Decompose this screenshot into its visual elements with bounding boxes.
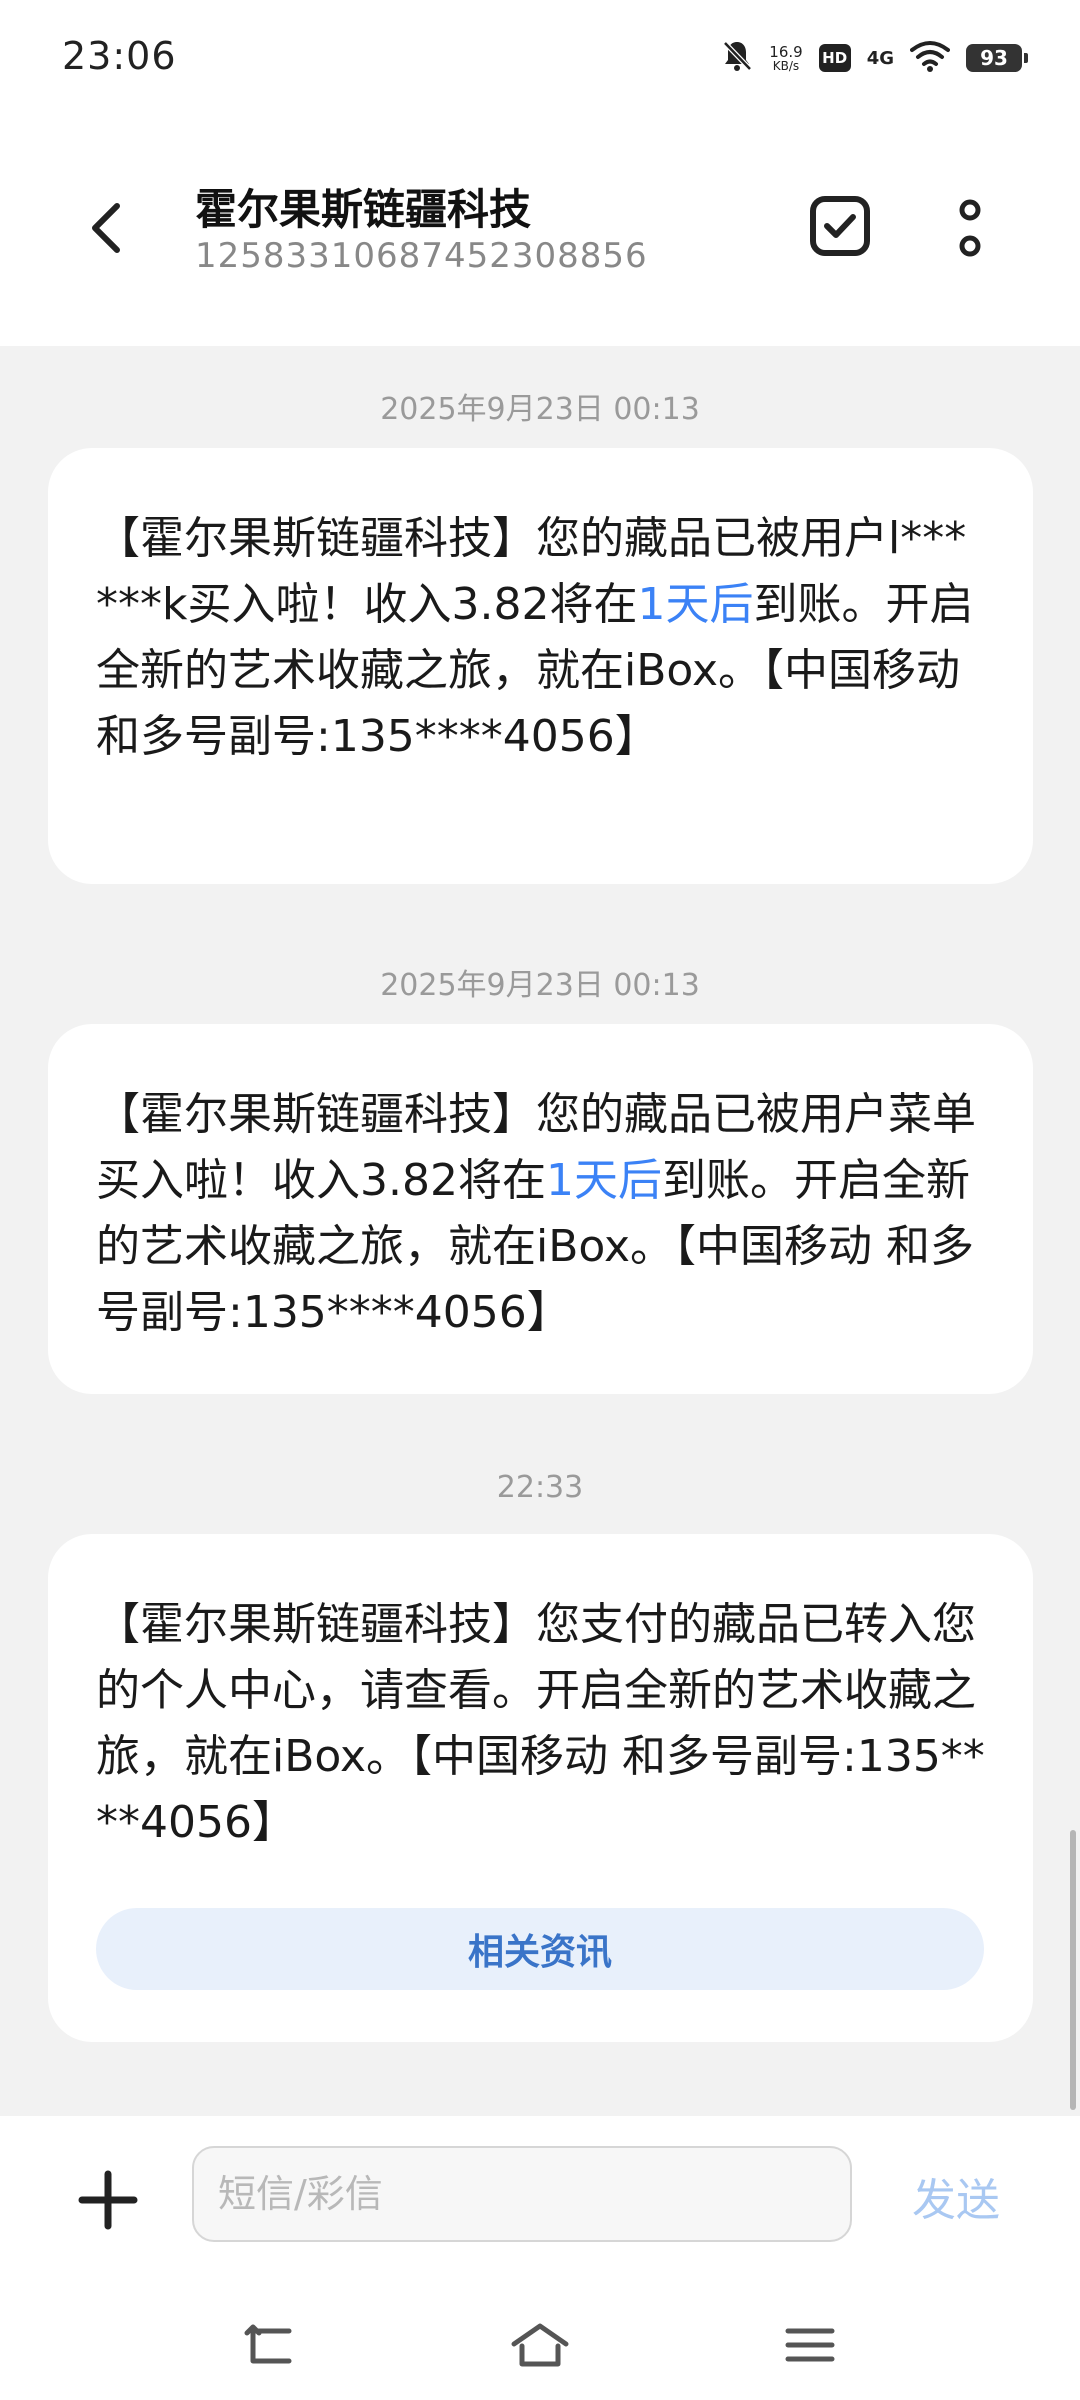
message-bubble[interactable]: 【霍尔果斯链疆科技】您的藏品已被用户l******k买入啦！收入3.82将在1天… <box>48 448 1033 884</box>
conversation-header: 霍尔果斯链疆科技 1258331068745230885​6 <box>0 120 1080 346</box>
contact-number: 1258331068745230885​6 <box>195 236 648 276</box>
network-speed: 16.9 KB/s <box>769 42 803 73</box>
system-nav-bar <box>0 2286 1080 2400</box>
message-timestamp: 2025年9月23日 00:13 <box>380 968 700 1003</box>
nav-menu-button[interactable] <box>770 2310 850 2380</box>
nav-back-icon <box>244 2324 292 2364</box>
status-bar: 23:06 16.9 KB/s HD 4G 93 <box>0 0 1080 120</box>
message-timestamp: 2025年9月23日 00:13 <box>380 392 700 427</box>
composer-bar: 发送 <box>0 2116 1080 2286</box>
message-link[interactable]: 1天后 <box>546 1155 662 1206</box>
nav-back-button[interactable] <box>230 2310 310 2380</box>
more-vertical-icon <box>959 199 981 257</box>
nav-home-icon <box>511 2323 569 2367</box>
message-timestamp: 22:33 <box>496 1470 584 1505</box>
send-button[interactable]: 发送 <box>912 2164 1000 2228</box>
checkbox-select-icon <box>810 196 870 256</box>
message-text: 【霍尔果斯链疆科技】您支付的藏品已转入您的个人中心，请查看。开启全新的艺术收藏之… <box>96 1599 985 1848</box>
mute-bell-icon <box>721 39 753 77</box>
message-bubble[interactable]: 【霍尔果斯链疆科技】您支付的藏品已转入您的个人中心，请查看。开启全新的艺术收藏之… <box>48 1534 1033 2042</box>
message-link[interactable]: 1天后 <box>637 579 753 630</box>
add-attachment-button[interactable] <box>70 2162 146 2238</box>
back-arrow-icon <box>92 203 120 253</box>
more-options-button[interactable] <box>940 190 1000 270</box>
back-button[interactable] <box>70 188 140 268</box>
wifi-icon <box>910 40 950 76</box>
status-icons: 16.9 KB/s HD 4G 93 <box>721 36 1028 80</box>
battery-icon: 93 <box>966 44 1028 72</box>
status-time: 23:06 <box>62 34 177 78</box>
message-text: 【霍尔果斯链疆科技】您的藏品已被用户l******k买入啦！收入3.82将在1天… <box>96 506 985 770</box>
related-info-button[interactable]: 相关资讯 <box>96 1908 984 1990</box>
nav-home-button[interactable] <box>500 2310 580 2380</box>
contact-name: 霍尔果斯链疆科技 <box>195 185 532 234</box>
message-text: 【霍尔果斯链疆科技】您的藏品已被用户菜单买入啦！收入3.82将在1天后到账。开启… <box>96 1082 985 1346</box>
speed-unit: KB/s <box>772 58 800 73</box>
message-input[interactable] <box>192 2146 852 2242</box>
hd-badge: HD <box>818 44 851 72</box>
scrollbar[interactable] <box>1070 1830 1076 2110</box>
nav-menu-icon <box>785 2328 835 2362</box>
network-type: 4G <box>866 47 894 69</box>
speed-value: 16.9 <box>769 42 803 61</box>
plus-icon <box>78 2170 138 2230</box>
message-bubble[interactable]: 【霍尔果斯链疆科技】您的藏品已被用户菜单买入啦！收入3.82将在1天后到账。开启… <box>48 1024 1033 1394</box>
select-messages-button[interactable] <box>804 190 876 262</box>
